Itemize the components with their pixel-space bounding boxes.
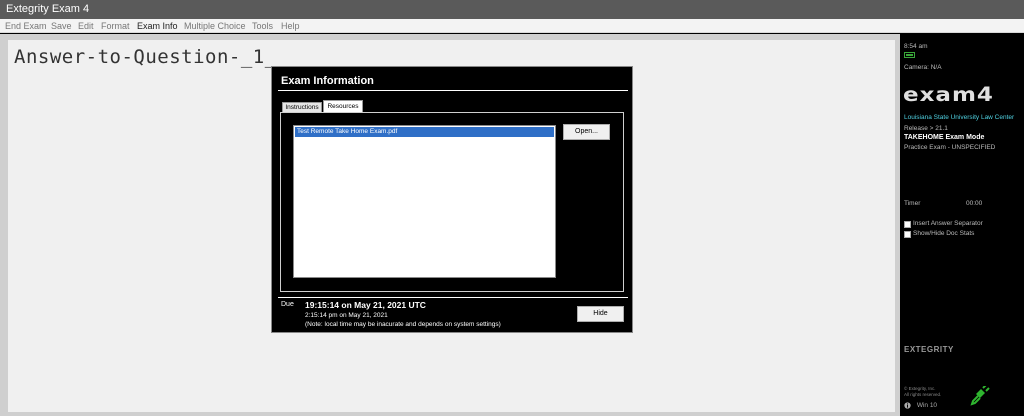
institution-name: Louisiana State University Law Center xyxy=(904,114,1015,121)
tab-resources[interactable]: Resources xyxy=(323,100,363,112)
insert-answer-separator-label[interactable]: Insert Answer Separator xyxy=(913,220,983,227)
resource-list-item[interactable]: Test Remote Take Home Exam.pdf xyxy=(295,127,554,137)
menu-edit[interactable]: Edit xyxy=(78,19,94,33)
release-version: Release > 21.1 xyxy=(904,125,948,132)
menu-help[interactable]: Help xyxy=(281,19,300,33)
tab-instructions[interactable]: Instructions xyxy=(282,102,322,112)
due-time-utc: 19:15:14 on May 21, 2021 UTC xyxy=(305,300,426,310)
show-hide-doc-stats-checkbox[interactable] xyxy=(904,231,911,238)
camera-status: Camera: N/A xyxy=(904,64,942,71)
due-label: Due xyxy=(281,301,294,308)
timer-label: Timer xyxy=(904,200,921,207)
status-sidebar: 8:54 am Camera: N/A exam4 Louisiana Stat… xyxy=(900,34,1024,416)
menu-exam-info[interactable]: Exam Info xyxy=(137,19,178,33)
timer-value: 00:00 xyxy=(966,200,983,207)
menu-bar: End Exam Save Edit Format Exam Info Mult… xyxy=(0,19,1024,33)
os-version-label: Win 10 xyxy=(916,402,938,410)
copyright-line-2: All rights reserved. xyxy=(904,392,942,397)
hide-button[interactable]: Hide xyxy=(577,306,624,322)
due-time-note: (Note: local time may be inacurate and d… xyxy=(305,321,501,328)
dialog-title: Exam Information xyxy=(281,75,374,87)
menu-save[interactable]: Save xyxy=(51,19,72,33)
menu-tools[interactable]: Tools xyxy=(252,19,273,33)
battery-icon xyxy=(904,52,915,58)
menu-end-exam[interactable]: End Exam xyxy=(5,19,47,33)
power-plug-icon xyxy=(970,386,990,406)
dialog-title-divider xyxy=(278,90,628,91)
insert-answer-separator-checkbox[interactable] xyxy=(904,221,911,228)
copyright-line-1: © Extegrity, Inc. xyxy=(904,386,936,391)
window-title: Extegrity Exam 4 xyxy=(6,3,90,15)
exam-name: Practice Exam - UNSPECIFIED xyxy=(904,144,996,151)
window-title-bar: Extegrity Exam 4 xyxy=(0,0,1024,19)
dialog-divider xyxy=(278,297,628,298)
exam-information-dialog: Exam Information Instructions Resources … xyxy=(271,66,633,333)
clock-time: 8:54 am xyxy=(904,43,928,50)
show-hide-doc-stats-label[interactable]: Show/Hide Doc Stats xyxy=(913,230,974,237)
due-time-local: 2:15:14 pm on May 21, 2021 xyxy=(305,312,388,319)
open-button[interactable]: Open... xyxy=(563,124,610,140)
exam4-logo: exam4 xyxy=(903,84,994,107)
resources-listbox[interactable]: Test Remote Take Home Exam.pdf xyxy=(293,125,556,278)
exam-mode: TAKEHOME Exam Mode xyxy=(904,134,985,141)
answer-heading: Answer-to-Question-_1_ xyxy=(14,46,277,68)
info-circle-icon xyxy=(904,402,911,409)
menu-multiple-choice[interactable]: Multiple Choice xyxy=(184,19,246,33)
menu-format[interactable]: Format xyxy=(101,19,130,33)
os-version: Win 10 xyxy=(904,402,937,409)
extegrity-brand: EXTEGRITY xyxy=(904,345,954,354)
